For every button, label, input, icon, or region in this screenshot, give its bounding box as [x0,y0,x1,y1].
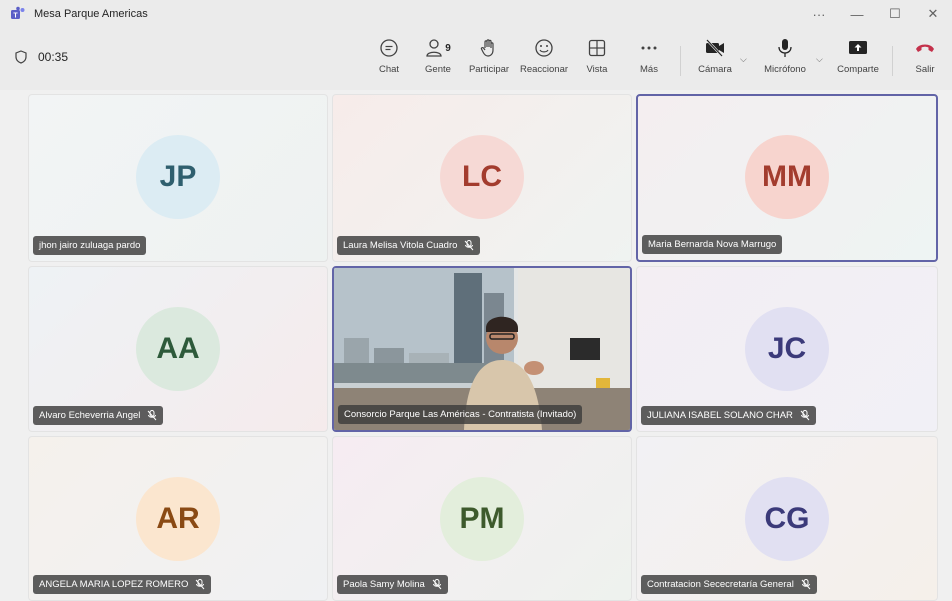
maximize-button[interactable]: ☐ [876,0,914,28]
participant-name-tag: Contratacion Sececretaría General [641,575,817,594]
participant-tile[interactable]: MM Maria Bernarda Nova Marrugo [636,94,938,262]
smile-icon [535,39,553,57]
people-label: Gente [425,64,451,75]
microphone-options-chevron-icon[interactable]: ⌵ [816,54,823,65]
leave-button[interactable]: Salir [910,36,940,82]
camera-label: Cámara [698,64,732,75]
avatar: MM [745,135,829,219]
participant-name-tag: Consorcio Parque Las Américas - Contrati… [338,405,583,424]
window-title: Mesa Parque Americas [34,8,148,20]
participant-name: Laura Melisa Vitola Cuadro [343,240,458,251]
participant-name-tag: jhon jairo zuluaga pardo [33,236,147,255]
participant-name-tag: Paola Samy Molina [337,575,448,594]
share-button[interactable]: Comparte [834,36,882,82]
participant-tile[interactable]: AA Alvaro Echeverria Angel [28,266,328,432]
participants-grid: JP jhon jairo zuluaga pardo LC Laura Mel… [28,94,940,601]
avatar: JC [745,307,829,391]
leave-label: Salir [915,64,935,75]
chat-button[interactable]: Chat [374,36,404,82]
participant-tile[interactable]: PM Paola Samy Molina [332,436,632,601]
people-icon [426,39,442,57]
participant-tile[interactable]: LC Laura Melisa Vitola Cuadro [332,94,632,262]
share-label: Comparte [837,64,879,75]
people-button[interactable]: 9 Gente [418,36,458,82]
participant-name: JULIANA ISABEL SOLANO CHAR [647,410,793,421]
share-screen-icon [849,41,867,54]
microphone-button[interactable]: Micrófono [760,36,810,82]
raise-hand-label: Participar [468,64,510,75]
participant-name-tag: ANGELA MARIA LOPEZ ROMERO [33,575,212,594]
mic-off-icon [148,410,157,421]
participant-name: ANGELA MARIA LOPEZ ROMERO [39,579,189,590]
mic-off-icon [196,579,205,590]
grid-view-icon [588,39,606,57]
participant-name: Maria Bernarda Nova Marrugo [648,239,777,250]
window-controls: ··· — ☐ ✕ [800,0,952,28]
chat-icon [380,39,398,57]
toolbar-separator-2 [892,46,893,76]
mic-off-icon [801,579,811,590]
close-button[interactable]: ✕ [914,0,952,28]
react-button[interactable]: Reaccionar [516,36,572,82]
react-label: Reaccionar [519,64,569,75]
participant-tile[interactable]: JC JULIANA ISABEL SOLANO CHAR [636,266,938,432]
mic-off-icon [432,579,442,590]
avatar: PM [440,477,524,561]
mic-off-icon [800,410,810,421]
participant-name: jhon jairo zuluaga pardo [39,240,141,251]
more-button[interactable]: Más [634,36,664,82]
chat-label: Chat [378,64,400,75]
participant-tile[interactable]: JP jhon jairo zuluaga pardo [28,94,328,262]
participant-name-tag: Alvaro Echeverria Angel [33,406,164,425]
microphone-icon [778,39,792,57]
participant-name: Alvaro Echeverria Angel [39,410,141,421]
participant-tile[interactable]: AR ANGELA MARIA LOPEZ ROMERO [28,436,328,601]
svg-text:T: T [13,13,18,20]
camera-options-chevron-icon[interactable]: ⌵ [740,54,747,65]
people-count: 9 [445,42,451,54]
meeting-toolbar: 00:35 Chat 9 Gente Participar Reaccionar… [0,28,952,90]
hand-icon [480,39,494,57]
raise-hand-button[interactable]: Participar [466,36,512,82]
participant-name-tag: Maria Bernarda Nova Marrugo [642,235,783,254]
view-label: Vista [586,64,608,75]
hang-up-icon [916,44,934,52]
avatar: LC [440,135,524,219]
teams-app-icon: T [10,6,26,22]
participant-name-tag: JULIANA ISABEL SOLANO CHAR [641,406,816,425]
participant-name: Consorcio Parque Las Américas - Contrati… [344,409,577,420]
toolbar-separator [680,46,681,76]
camera-off-icon [706,39,724,57]
more-dots-icon [641,46,657,50]
avatar: CG [745,477,829,561]
mic-off-icon [465,240,474,251]
minimize-button[interactable]: — [838,0,876,28]
participant-tile[interactable]: CG Contratacion Sececretaría General [636,436,938,601]
more-label: Más [640,64,658,75]
title-bar: T Mesa Parque Americas ··· — ☐ ✕ [0,0,952,28]
timer-text: 00:35 [38,50,69,64]
participant-name-tag: Laura Melisa Vitola Cuadro [337,236,481,255]
meeting-timer: 00:35 [14,50,68,64]
avatar: AR [136,477,220,561]
view-button[interactable]: Vista [582,36,612,82]
camera-button[interactable]: Cámara [694,36,736,82]
participant-name: Paola Samy Molina [343,579,425,590]
microphone-label: Micrófono [764,64,806,75]
avatar: JP [136,135,220,219]
avatar: AA [136,307,220,391]
participant-name: Contratacion Sececretaría General [647,579,794,590]
shield-icon [15,50,27,64]
more-options-button[interactable]: ··· [800,0,838,28]
participant-video-tile[interactable]: Consorcio Parque Las Américas - Contrati… [332,266,632,432]
